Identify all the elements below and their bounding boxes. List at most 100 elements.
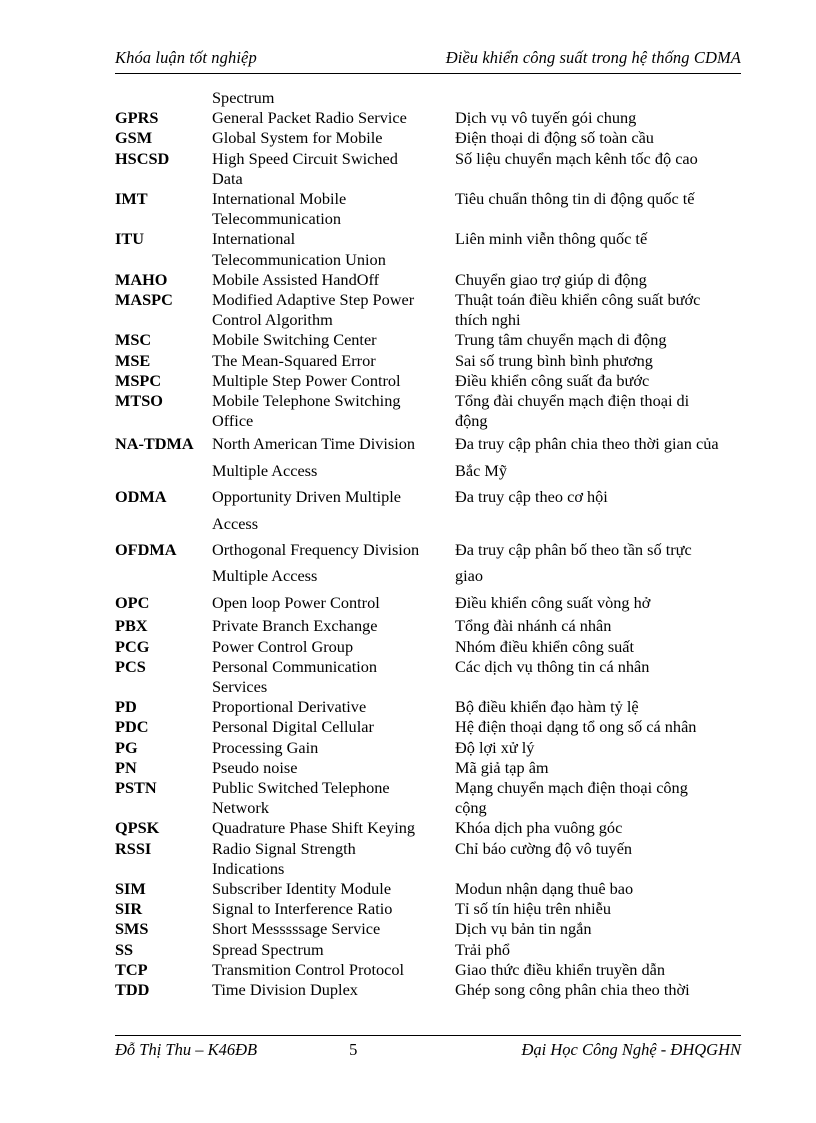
glossary-english-line: Opportunity Driven Multiple (212, 487, 402, 507)
glossary-english: General Packet Radio Service (212, 108, 455, 128)
glossary-vietnamese-line: Ghép song công phân chia theo thời (455, 979, 690, 999)
glossary-acronym: GSM (115, 128, 153, 148)
glossary-row: PG Processing Gain Độ lợi xử lý (115, 738, 755, 758)
glossary-english-line: International Mobile (212, 189, 347, 209)
footer-institution: Đại Học Công Nghệ - ĐHQGHN (521, 1040, 741, 1059)
glossary-english: Processing Gain (212, 738, 455, 758)
glossary-acronym: NA-TDMA (115, 434, 194, 454)
glossary-vietnamese-line: Tiêu chuẩn thông tin di động quốc tế (455, 189, 695, 209)
glossary-vietnamese-line: Hệ điện thoại dạng tổ ong số cá nhân (455, 717, 697, 737)
glossary-acronym: ITU (115, 229, 144, 249)
glossary-english: Personal Communication Services (212, 657, 455, 697)
glossary-vietnamese: Thuật toán điều khiển công suất bước thíc… (455, 290, 755, 330)
glossary-row: PSTN Public Switched Telephone Network Mạng… (115, 778, 755, 818)
glossary-vietnamese: Trung tâm chuyển mạch di động (455, 330, 755, 350)
glossary-vietnamese: Dịch vụ vô tuyến gói chung (455, 108, 755, 128)
glossary-vietnamese: Các dịch vụ thông tin cá nhân (455, 657, 755, 697)
glossary-row: PCG Power Control Group Nhóm điều khiển cô… (115, 637, 755, 657)
glossary-vietnamese-line: thích nghi (455, 310, 521, 330)
glossary-row: PDC Personal Digital Cellular Hệ điện thoạ… (115, 717, 755, 737)
glossary-english: Proportional Derivative (212, 697, 455, 717)
document-page: Khóa luận tốt nghiệp Điều khiển công suấ… (0, 0, 816, 1123)
glossary-vietnamese-line: Số liệu chuyển mạch kênh tốc độ cao (455, 148, 698, 168)
page-number: 5 (349, 1040, 358, 1059)
glossary-acronym: GPRS (115, 108, 159, 128)
glossary-english-line: Transmition Control Protocol (212, 959, 405, 979)
glossary-english-line: Processing Gain (212, 737, 319, 757)
glossary-vietnamese: Dịch vụ bản tin ngắn (455, 919, 755, 939)
glossary-english-line: Private Branch Exchange (212, 616, 378, 636)
glossary-english: Modified Adaptive Step Power Control Algo… (212, 290, 455, 330)
glossary-acronym: PG (115, 737, 138, 757)
running-footer: Đỗ Thị Thu – K46ĐB 5 Đại Học Công Nghệ -… (115, 1040, 741, 1060)
glossary-english: Quadrature Phase Shift Keying (212, 818, 455, 838)
glossary-vietnamese: Tổng đài chuyển mạch điện thoại di động (455, 391, 755, 431)
glossary-vietnamese: Tỉ số tín hiệu trên nhiễu (455, 899, 755, 919)
glossary-english-line: Public Switched Telephone (212, 777, 390, 797)
glossary-vietnamese: Sai số trung bình bình phương (455, 351, 755, 371)
glossary-vietnamese-line: Khóa dịch pha vuông góc (455, 818, 623, 838)
glossary-english-line: High Speed Circuit Swiched (212, 148, 398, 168)
glossary-vietnamese-line: Các dịch vụ thông tin cá nhân (455, 656, 650, 676)
glossary-acronym: OFDMA (115, 540, 177, 560)
footer-rule (115, 1035, 741, 1036)
glossary-vietnamese: Nhóm điều khiển công suất (455, 637, 755, 657)
glossary-acronym: HSCSD (115, 148, 170, 168)
glossary-acronym: PN (115, 757, 137, 777)
glossary-english-line: Modified Adaptive Step Power (212, 290, 415, 310)
glossary-acronym: MSE (115, 350, 151, 370)
glossary-vietnamese: Hệ điện thoại dạng tổ ong số cá nhân (455, 717, 755, 737)
glossary-english-line: Network (212, 798, 269, 818)
glossary-vietnamese: Chuyển giao trợ giúp di động (455, 270, 755, 290)
glossary-english-line: Proportional Derivative (212, 697, 367, 717)
glossary-vietnamese-line: giao (455, 566, 484, 586)
header-rule (115, 73, 741, 74)
glossary-vietnamese: Điều khiển công suất vòng hở (455, 590, 755, 616)
glossary-english: Transmition Control Protocol (212, 960, 455, 980)
glossary-acronym: PCS (115, 656, 146, 676)
glossary-vietnamese-line: Nhóm điều khiển công suất (455, 636, 635, 656)
glossary-row: GPRS General Packet Radio Service Dịch vụ … (115, 108, 755, 128)
glossary-row: SIM Subscriber Identity Module Modun nhận … (115, 879, 755, 899)
glossary-english-line: Power Control Group (212, 636, 354, 656)
glossary-row: ITU International Telecommunication Union L… (115, 229, 755, 269)
glossary-row: MAHO Mobile Assisted HandOff Chuyển giao t… (115, 270, 755, 290)
glossary-vietnamese-line: Thuật toán điều khiển công suất bước (455, 290, 701, 310)
glossary-acronym: TDD (115, 979, 150, 999)
glossary-vietnamese-line: Liên minh viễn thông quốc tế (455, 229, 648, 249)
glossary-english: Mobile Telephone Switching Office (212, 391, 455, 431)
glossary-vietnamese: Mã giả tạp âm (455, 758, 755, 778)
glossary-acronym: OPC (115, 592, 150, 612)
glossary-vietnamese-line: Điều khiển công suất đa bước (455, 370, 650, 390)
glossary-english-line: Multiple Access (212, 566, 318, 586)
glossary-acronym: PDC (115, 717, 149, 737)
glossary-english: International Telecommunication Union (212, 229, 455, 269)
glossary-english-line: Telecommunication (212, 209, 342, 229)
glossary-english-line: General Packet Radio Service (212, 108, 407, 128)
glossary-row: SMS Short Messsssage Service Dịch vụ bản t… (115, 919, 755, 939)
glossary-vietnamese-line: Bắc Mỹ (455, 460, 507, 480)
glossary-row: TDD Time Division Duplex Ghép song công ph… (115, 980, 755, 1000)
glossary-english-line: Multiple Access (212, 460, 318, 480)
glossary-row-list: GPRS General Packet Radio Service Dịch vụ … (115, 108, 755, 1000)
glossary-english: Orthogonal Frequency Division Multiple Ac… (212, 537, 455, 590)
glossary-row: ODMA Opportunity Driven Multiple Access Đa … (115, 484, 755, 537)
glossary-vietnamese-line: Trung tâm chuyển mạch di động (455, 330, 667, 350)
glossary-vietnamese-line: Chuyển giao trợ giúp di động (455, 269, 647, 289)
glossary-english-line: Office (212, 411, 254, 431)
glossary-english-line: Access (212, 513, 259, 533)
glossary-vietnamese: Trải phổ (455, 940, 755, 960)
glossary-vietnamese-line: Đa truy cập phân chia theo thời gian của (455, 434, 719, 454)
glossary-acronym: PBX (115, 616, 148, 636)
glossary-vietnamese-line: Sai số trung bình bình phương (455, 350, 653, 370)
glossary-english-line: Control Algorithm (212, 310, 333, 330)
glossary-english: International Mobile Telecommunication (212, 189, 455, 229)
glossary-vietnamese-line: Điện thoại di động số toàn cầu (455, 128, 654, 148)
glossary-row-continued: Spectrum (115, 88, 755, 108)
glossary-english: Public Switched Telephone Network (212, 778, 455, 818)
glossary-english: Personal Digital Cellular (212, 717, 455, 737)
glossary-vietnamese: Bộ điều khiển đạo hàm tỷ lệ (455, 697, 755, 717)
glossary-vietnamese: Độ lợi xử lý (455, 738, 755, 758)
glossary-acronym: SMS (115, 919, 149, 939)
glossary-english-line: Personal Digital Cellular (212, 717, 374, 737)
